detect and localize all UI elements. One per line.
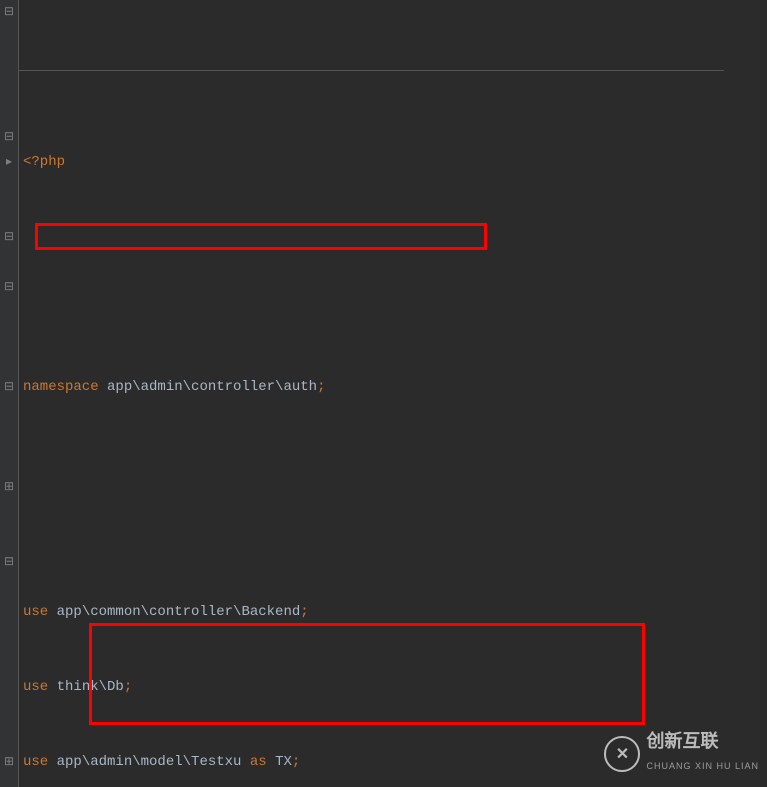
code-line: use think\Db; — [23, 675, 724, 700]
watermark: ✕ 创新互联 CHUANG XIN HU LIAN — [604, 729, 759, 779]
gutter: ⊟ ⊟ ▸ ⊟ ⊟ ⊟ ⊞ ⊟ ⊞ — [0, 0, 19, 787]
fold-icon[interactable]: ⊟ — [2, 280, 16, 294]
separator — [19, 70, 724, 71]
code-editor: ⊟ ⊟ ▸ ⊟ ⊟ ⊟ ⊞ ⊟ ⊞ <?php namespace app\ad… — [0, 0, 767, 787]
fold-icon[interactable]: ⊞ — [2, 480, 16, 494]
code-line — [23, 525, 724, 550]
fold-icon[interactable]: ⊟ — [2, 230, 16, 244]
code-line — [23, 225, 724, 250]
code-line: use app\common\controller\Backend; — [23, 600, 724, 625]
watermark-title: 创新互联 — [646, 731, 718, 751]
fold-icon[interactable]: ⊟ — [2, 5, 16, 19]
annotation-box-2 — [89, 623, 645, 725]
code-line: namespace app\admin\controller\auth; — [23, 375, 724, 400]
fold-icon[interactable]: ⊟ — [2, 130, 16, 144]
watermark-logo-icon: ✕ — [604, 736, 640, 772]
code-area[interactable]: <?php namespace app\admin\controller\aut… — [19, 0, 724, 787]
code-line — [23, 300, 724, 325]
fold-icon[interactable]: ⊟ — [2, 380, 16, 394]
fold-icon[interactable]: ⊞ — [2, 755, 16, 769]
code-line: <?php — [23, 150, 724, 175]
code-line — [23, 450, 724, 475]
watermark-subtitle: CHUANG XIN HU LIAN — [646, 754, 759, 779]
fold-icon[interactable]: ▸ — [2, 155, 16, 169]
fold-icon[interactable]: ⊟ — [2, 555, 16, 569]
